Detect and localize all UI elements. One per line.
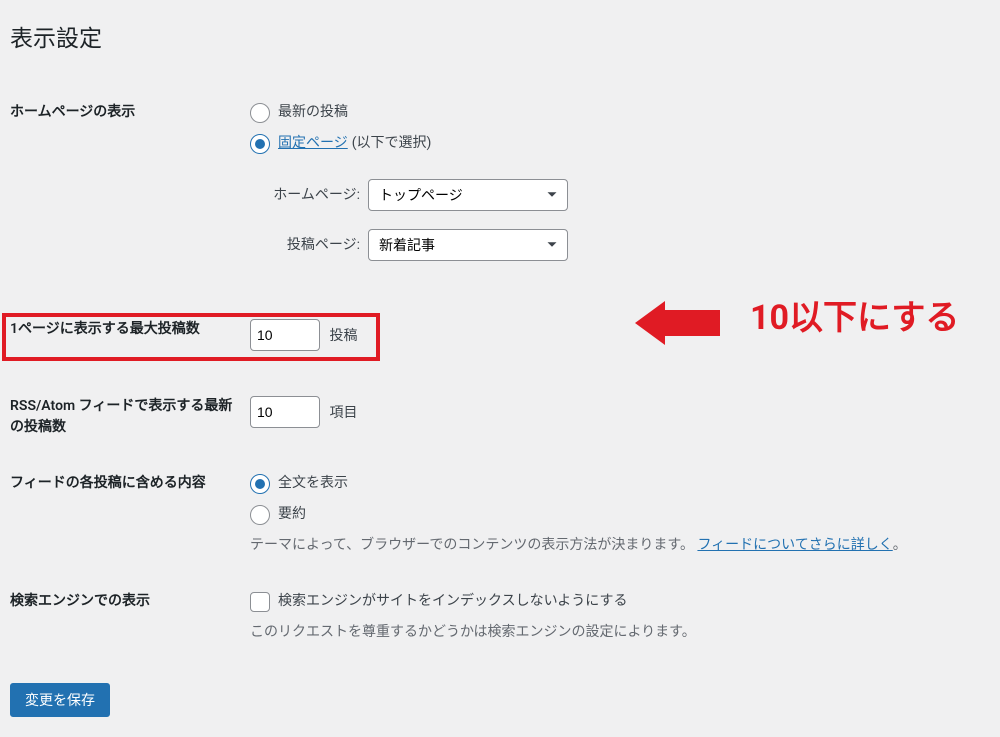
feed-items-input[interactable] [250,396,320,428]
save-button[interactable]: 変更を保存 [10,683,110,717]
radio-latest-posts-text: 最新の投稿 [278,102,348,123]
feed-desc-pre: テーマによって、ブラウザーでのコンテンツの表示方法が決まります。 [250,537,694,553]
search-engine-label: 検索エンジンでの表示 [10,576,250,663]
posts-per-page-input[interactable] [250,319,320,351]
radio-static-page-label[interactable]: 固定ページ (以下で選択) [250,133,431,154]
radio-latest-posts[interactable] [250,103,270,123]
homepage-select-label: ホームページ: [250,185,360,206]
feed-items-label: RSS/Atom フィードで表示する最新の投稿数 [10,381,250,458]
static-page-link[interactable]: 固定ページ [278,133,348,154]
feed-content-description: テーマによって、ブラウザーでのコンテンツの表示方法が決まります。 フィードについ… [250,535,970,556]
radio-full-text-label[interactable]: 全文を表示 [250,473,348,494]
search-engine-checkbox-label[interactable]: 検索エンジンがサイトをインデックスしないようにする [250,591,627,612]
posts-page-select[interactable]: 新着記事 [368,229,568,261]
settings-form: ホームページの表示 最新の投稿 固定ページ (以下で選択) [10,87,980,663]
posts-per-page-suffix: 投稿 [329,328,357,344]
search-engine-checkbox[interactable] [250,592,270,612]
feed-content-label: フィードの各投稿に含める内容 [10,458,250,576]
radio-summary-label[interactable]: 要約 [250,504,306,525]
posts-per-page-label: 1ページに表示する最大投稿数 [10,321,200,337]
radio-summary[interactable] [250,505,270,525]
feed-desc-post: 。 [893,537,907,553]
static-page-note: (以下で選択) [352,133,432,154]
radio-full-text-text: 全文を表示 [278,473,348,494]
search-engine-description: このリクエストを尊重するかどうかは検索エンジンの設定によります。 [250,622,970,643]
feed-learn-more-link[interactable]: フィードについてさらに詳しく [697,537,892,553]
posts-page-select-label: 投稿ページ: [250,235,360,256]
search-engine-checkbox-text: 検索エンジンがサイトをインデックスしないようにする [278,591,627,612]
annotation-arrow [635,301,720,345]
radio-full-text[interactable] [250,474,270,494]
radio-summary-text: 要約 [278,504,306,525]
homepage-display-label: ホームページの表示 [10,87,250,299]
feed-items-suffix: 項目 [329,405,357,421]
homepage-select[interactable]: トップページ [368,179,568,211]
page-title: 表示設定 [10,10,980,57]
annotation-text: 10以下にする [750,293,959,344]
radio-latest-posts-label[interactable]: 最新の投稿 [250,102,348,123]
radio-static-page[interactable] [250,134,270,154]
